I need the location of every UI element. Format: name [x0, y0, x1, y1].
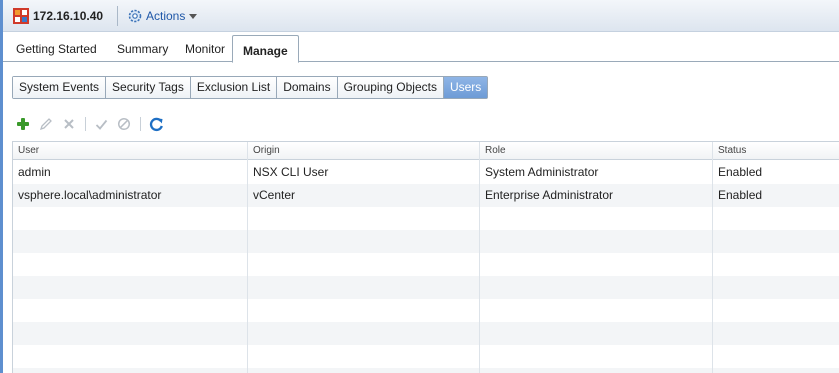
subtab-users[interactable]: Users	[443, 77, 488, 98]
empty-row	[13, 299, 839, 322]
refresh-button[interactable]	[147, 115, 165, 133]
column-divider	[247, 142, 248, 373]
cell-user: admin	[18, 165, 51, 179]
sub-tabs: System Events Security Tags Exclusion Li…	[12, 76, 489, 99]
users-table: User Origin Role Status admin NSX CLI Us…	[12, 141, 839, 373]
checkmark-icon	[95, 119, 107, 130]
subtab-exclusion-list[interactable]: Exclusion List	[190, 77, 278, 98]
cell-role: Enterprise Administrator	[485, 188, 614, 202]
empty-row	[13, 368, 839, 373]
tab-manage[interactable]: Manage	[232, 35, 299, 63]
subtab-domains[interactable]: Domains	[277, 77, 338, 98]
gear-icon	[128, 9, 142, 23]
cell-status: Enabled	[718, 188, 763, 202]
disable-icon	[117, 117, 131, 131]
refresh-icon	[149, 117, 163, 131]
toolbar-separator	[85, 117, 86, 131]
title-bar: 172.16.10.40 Actions	[3, 0, 839, 32]
column-header-role[interactable]: Role	[480, 142, 506, 160]
cell-role: System Administrator	[485, 165, 599, 179]
chevron-down-icon	[189, 13, 198, 19]
enable-user-button[interactable]	[92, 115, 110, 133]
column-divider	[712, 142, 713, 373]
users-toolbar	[14, 115, 170, 133]
subtab-system-events[interactable]: System Events	[13, 77, 107, 98]
tab-summary[interactable]: Summary	[117, 42, 168, 56]
host-icon	[13, 8, 29, 24]
column-divider	[479, 142, 480, 373]
cell-user: vsphere.local\administrator	[18, 188, 162, 202]
tab-getting-started[interactable]: Getting Started	[16, 42, 97, 56]
add-user-button[interactable]	[14, 115, 32, 133]
empty-row	[13, 345, 839, 368]
subtab-grouping-objects[interactable]: Grouping Objects	[337, 77, 444, 98]
column-header-user[interactable]: User	[13, 142, 39, 160]
subtab-security-tags[interactable]: Security Tags	[106, 77, 191, 98]
empty-row	[13, 207, 839, 230]
empty-row	[13, 322, 839, 345]
add-icon	[17, 118, 29, 130]
table-header: User Origin Role Status	[13, 142, 839, 160]
cell-origin: vCenter	[253, 188, 296, 202]
title-divider	[117, 6, 118, 26]
table-row[interactable]: admin NSX CLI User System Administrator …	[13, 161, 839, 184]
cell-status: Enabled	[718, 165, 763, 179]
table-row[interactable]: vsphere.local\administrator vCenter Ente…	[13, 184, 839, 207]
column-header-origin[interactable]: Origin	[248, 142, 280, 160]
column-header-status[interactable]: Status	[713, 142, 746, 160]
host-title: 172.16.10.40	[33, 9, 104, 23]
cell-origin: NSX CLI User	[253, 165, 329, 179]
edit-user-button[interactable]	[37, 115, 55, 133]
actions-menu-button[interactable]: Actions	[127, 7, 198, 25]
empty-row	[13, 253, 839, 276]
disable-user-button[interactable]	[115, 115, 133, 133]
actions-label: Actions	[146, 9, 186, 23]
delete-user-button[interactable]	[60, 115, 78, 133]
empty-row	[13, 230, 839, 253]
main-tabs: Getting Started Summary Monitor Manage	[3, 33, 839, 63]
edit-icon	[39, 118, 52, 131]
tab-monitor[interactable]: Monitor	[185, 42, 225, 56]
toolbar-separator	[140, 117, 141, 131]
empty-row	[13, 276, 839, 299]
delete-icon	[64, 119, 74, 129]
